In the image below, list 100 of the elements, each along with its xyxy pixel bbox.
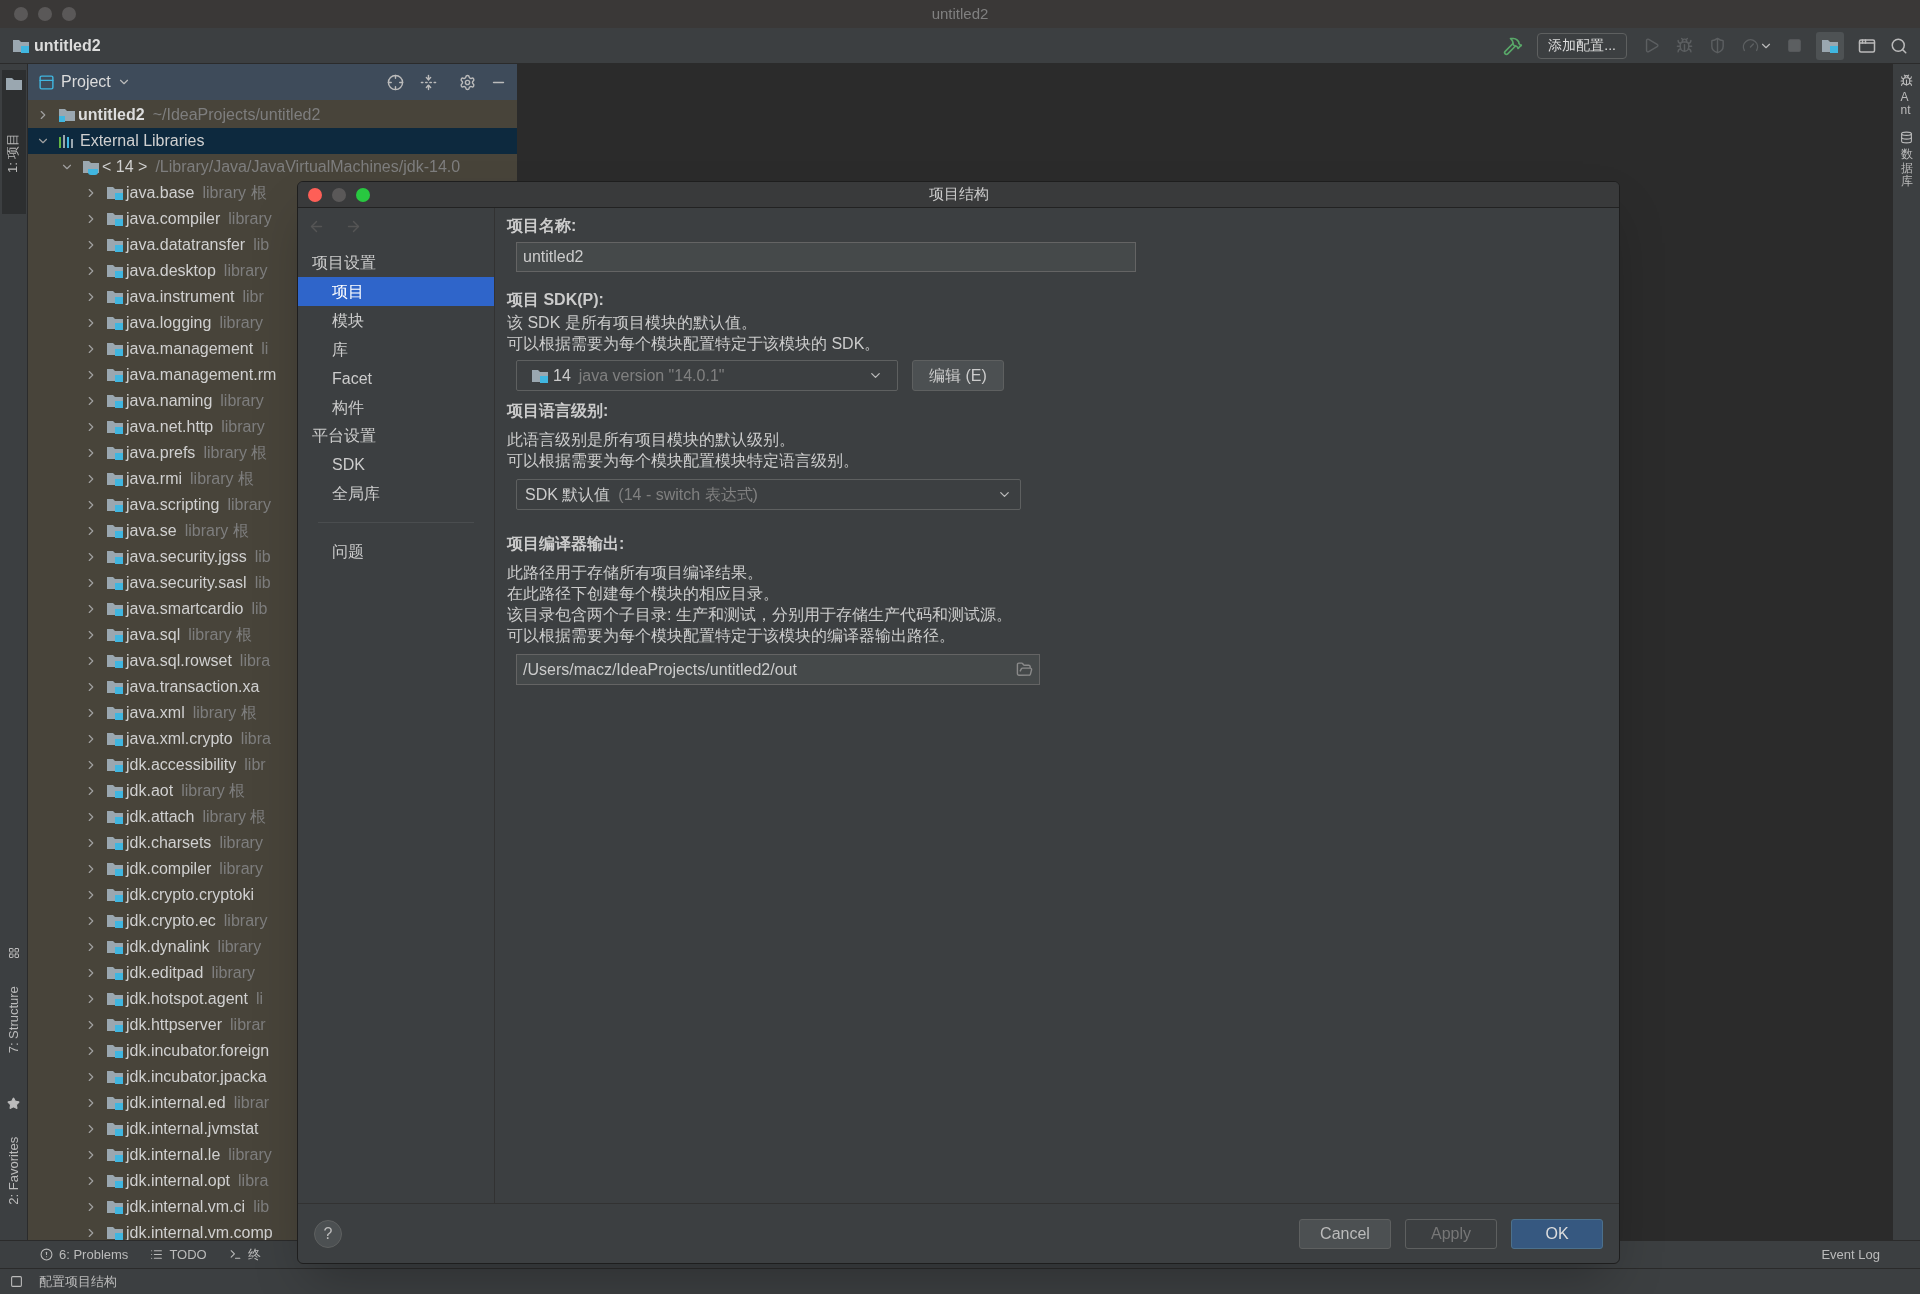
folder-icon	[106, 471, 124, 487]
project-structure-button[interactable]	[1816, 31, 1844, 60]
tree-item[interactable]: jdk.crypto.ec library	[28, 908, 268, 934]
tree-item[interactable]: java.transaction.xa	[28, 674, 260, 700]
output-path-field[interactable]: /Users/macz/IdeaProjects/untitled2/out	[516, 654, 1040, 685]
tree-item[interactable]: jdk.crypto.cryptoki	[28, 882, 255, 908]
tree-item-hint: /Library/Java/JavaVirtualMachines/jdk-14.0	[155, 157, 461, 177]
tree-item-hint: library	[219, 833, 263, 853]
nav-item[interactable]: 库	[298, 335, 494, 364]
tool-window-tab[interactable]: Ant	[1900, 70, 1913, 122]
tree-item[interactable]: jdk.httpserver librar	[28, 1012, 266, 1038]
nav-item[interactable]: 模块	[298, 306, 494, 335]
tree-item[interactable]: jdk.incubator.jpacka	[28, 1064, 267, 1090]
language-level-dropdown[interactable]: SDK 默认值 (14 - switch 表达式)	[516, 479, 1021, 510]
tree-item[interactable]: jdk.attach library 根	[28, 804, 267, 830]
tree-item[interactable]: jdk.dynalink library	[28, 934, 262, 960]
tree-item[interactable]: jdk.hotspot.agent li	[28, 986, 263, 1012]
tree-item[interactable]: java.base library 根	[28, 180, 267, 206]
tree-item-hint: library	[220, 391, 264, 411]
tool-window-label: 1: 项目	[4, 132, 22, 174]
tree-item[interactable]: External Libraries	[28, 128, 517, 154]
tool-window-tab[interactable]: 7: Structure	[1, 941, 26, 1081]
tree-item-hint: libr	[242, 287, 264, 307]
tree-item[interactable]: java.naming library	[28, 388, 264, 414]
input-field[interactable]: untitled2	[516, 242, 1136, 272]
tree-item[interactable]: jdk.incubator.foreign	[28, 1038, 270, 1064]
nav-item[interactable]: 项目	[298, 277, 494, 306]
tree-item[interactable]: java.prefs library 根	[28, 440, 268, 466]
tree-item[interactable]: java.desktop library	[28, 258, 268, 284]
tree-item[interactable]: jdk.internal.vm.ci lib	[28, 1194, 270, 1220]
tree-item[interactable]: jdk.internal.le library	[28, 1142, 272, 1168]
tree-item-hint: library	[227, 495, 271, 515]
nav-item[interactable]: 构件	[298, 393, 494, 422]
dialog-button[interactable]: Cancel	[1299, 1218, 1391, 1249]
folder-icon	[106, 523, 124, 539]
tree-item-hint: library	[228, 1145, 272, 1165]
nav-section-header: 项目设置	[311, 253, 377, 273]
tool-window-tab[interactable]: 数据库	[1900, 127, 1913, 192]
close-control[interactable]	[308, 187, 322, 202]
nav-item[interactable]: 问题	[298, 537, 494, 566]
tree-item-hint: libra	[239, 651, 271, 671]
tree-item[interactable]: java.xml.crypto libra	[28, 726, 271, 752]
tree-item[interactable]: java.se library 根	[28, 518, 249, 544]
window-icon[interactable]	[1858, 36, 1876, 55]
tree-item[interactable]: java.sql library 根	[28, 622, 253, 648]
sdk-dropdown[interactable]: 14 java version "14.0.1"	[516, 360, 898, 391]
dropdown-detail: java version "14.0.1"	[578, 365, 725, 386]
tree-item-hint: librar	[230, 1015, 266, 1035]
tree-item[interactable]: java.rmi library 根	[28, 466, 255, 492]
tool-window-tab[interactable]: 1: 项目	[1, 70, 26, 214]
tree-item[interactable]: < 14 > /Library/Java/JavaVirtualMachines/jdk-14.0	[28, 154, 461, 180]
zoom-control[interactable]	[356, 187, 370, 202]
nav-item[interactable]: SDK	[298, 450, 494, 479]
tree-item[interactable]: jdk.internal.ed librar	[28, 1090, 270, 1116]
tree-item[interactable]: java.security.jgss lib	[28, 544, 271, 570]
tool-window-tab[interactable]: 终	[228, 1244, 261, 1265]
help-button[interactable]: ?	[314, 1219, 342, 1248]
tree-item[interactable]: java.compiler library	[28, 206, 272, 232]
tree-item[interactable]: java.instrument libr	[28, 284, 264, 310]
tree-item[interactable]: java.net.http library	[28, 414, 265, 440]
nav-item[interactable]: Facet	[298, 364, 494, 393]
run-config-button[interactable]: 添加配置...	[1537, 32, 1627, 59]
tree-item-label: jdk.httpserver	[126, 1015, 223, 1035]
tree-item[interactable]: java.logging library	[28, 310, 263, 336]
database-icon	[1900, 131, 1913, 145]
tree-item[interactable]: java.management.rm	[28, 362, 277, 388]
tree-item[interactable]: jdk.internal.opt libra	[28, 1168, 269, 1194]
tree-item[interactable]: java.management li	[28, 336, 269, 362]
tool-window-tab[interactable]: TODO	[150, 1244, 207, 1265]
tree-item[interactable]: jdk.charsets library	[28, 830, 263, 856]
tree-item[interactable]: java.datatransfer lib	[28, 232, 270, 258]
tree-item-hint: library 根	[203, 443, 268, 463]
hammer-icon[interactable]	[1503, 35, 1524, 56]
description-text: 该 SDK 是所有项目模块的默认值。	[507, 313, 758, 333]
tool-window-tab[interactable]: 6: Problems	[40, 1244, 129, 1265]
panel-toggle-icon[interactable]	[10, 1275, 23, 1288]
settings-icon[interactable]	[459, 73, 476, 91]
tree-item[interactable]: java.security.sasl lib	[28, 570, 271, 596]
tool-window-tab[interactable]: 2: Favorites	[1, 1091, 26, 1232]
collapse-icon[interactable]	[420, 73, 437, 91]
dialog-button[interactable]: OK	[1511, 1218, 1603, 1249]
locate-icon[interactable]	[387, 73, 404, 91]
tree-item[interactable]: jdk.editpad library	[28, 960, 255, 986]
browse-folder-icon[interactable]	[1016, 661, 1033, 678]
event-log-link[interactable]: Event Log	[1821, 1244, 1880, 1265]
tree-item[interactable]: jdk.aot library 根	[28, 778, 246, 804]
tree-item[interactable]: java.smartcardio lib	[28, 596, 268, 622]
tree-item[interactable]: java.scripting library	[28, 492, 271, 518]
edit-button[interactable]: 编辑 (E)	[912, 360, 1004, 391]
folder-icon	[106, 913, 124, 929]
tree-item[interactable]: jdk.accessibility libr	[28, 752, 266, 778]
tree-item[interactable]: java.xml library 根	[28, 700, 257, 726]
panel-title[interactable]: Project	[61, 70, 111, 94]
search-icon[interactable]	[1890, 36, 1908, 55]
tree-item[interactable]: java.sql.rowset libra	[28, 648, 271, 674]
breadcrumb[interactable]: untitled2	[34, 33, 101, 58]
tree-item[interactable]: jdk.compiler library	[28, 856, 263, 882]
tree-item[interactable]: untitled2 ~/IdeaProjects/untitled2	[28, 102, 321, 128]
nav-item[interactable]: 全局库	[298, 479, 494, 508]
tree-item[interactable]: jdk.internal.jvmstat	[28, 1116, 259, 1142]
